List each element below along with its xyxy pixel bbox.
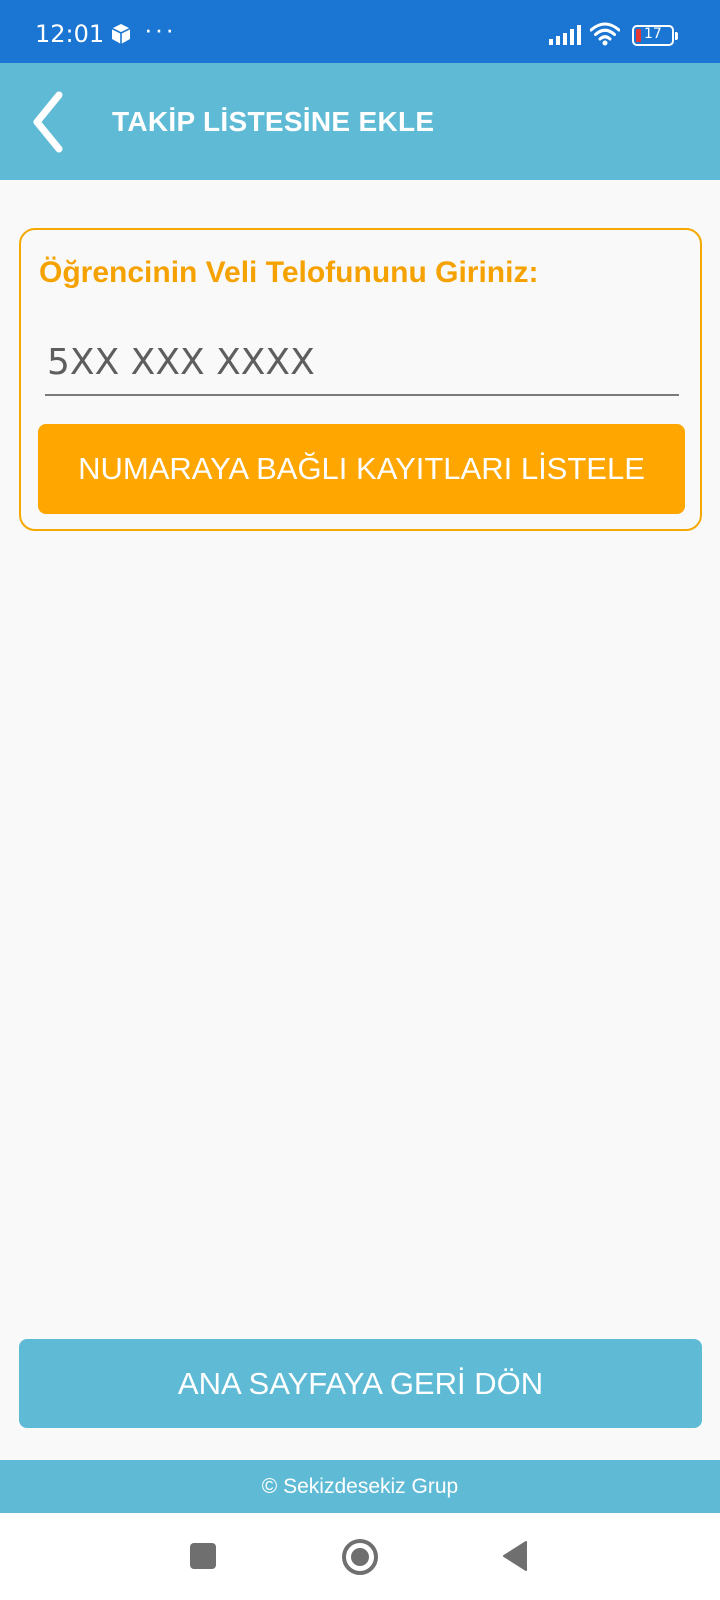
signal-icon [549,25,583,50]
box-icon [110,23,132,50]
app-bar: TAKİP LİSTESİNE EKLE [0,63,720,180]
battery-icon: 17 [632,25,678,46]
home-icon[interactable] [341,1538,379,1581]
system-nav-bar [0,1513,720,1600]
page-title: TAKİP LİSTESİNE EKLE [112,106,435,137]
chevron-left-icon [25,91,77,161]
phone-input[interactable] [45,330,679,396]
battery-level-label: 17 [644,26,662,42]
status-time: 12:01 [35,20,105,48]
wifi-icon [589,22,621,51]
status-bar: 12:01 ··· 17 [0,0,720,63]
back-to-home-button[interactable]: ANA SAYFAYA GERİ DÖN [19,1339,702,1428]
phone-form-card: Öğrencinin Veli Telofununu Giriniz: NUMA… [19,228,702,531]
more-notifications-icon: ··· [144,14,176,44]
back-button[interactable] [25,87,77,157]
back-triangle-icon[interactable] [502,1541,528,1576]
phone-field-label: Öğrencinin Veli Telofununu Giriniz: [39,256,539,289]
footer: © Sekizdesekiz Grup [0,1460,720,1513]
battery-level-fill [636,29,641,42]
recent-apps-icon[interactable] [190,1543,216,1569]
battery-cap [675,32,678,40]
list-records-button[interactable]: NUMARAYA BAĞLI KAYITLARI LİSTELE [38,424,685,514]
